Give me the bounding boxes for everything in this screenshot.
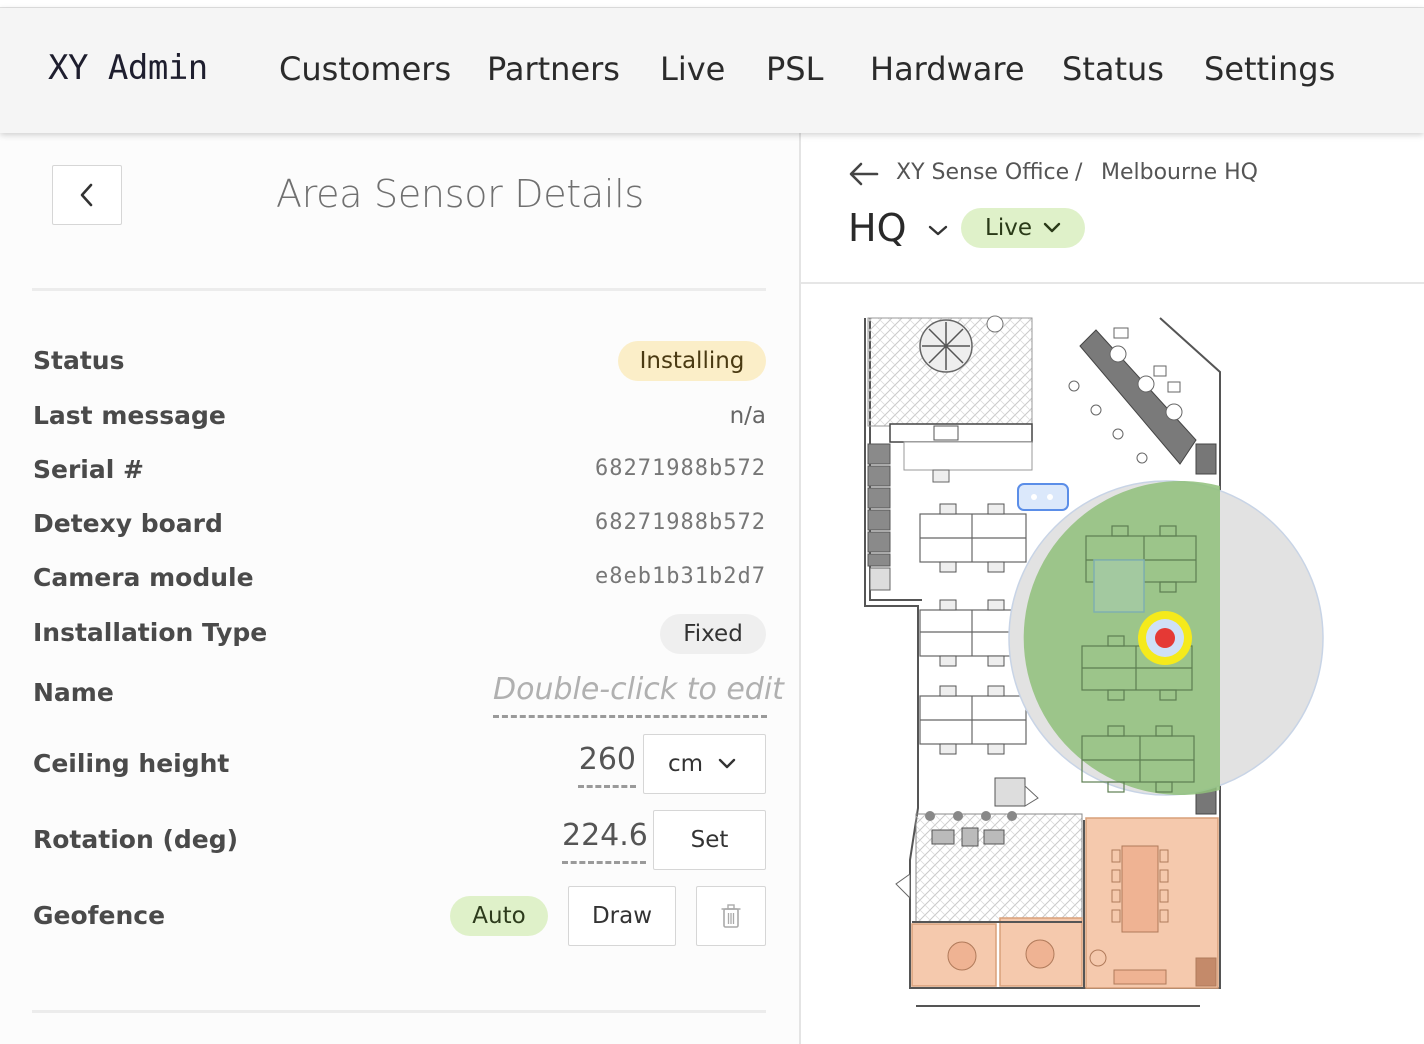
stool [932, 469, 950, 483]
trash-icon [721, 904, 741, 928]
nav-hardware[interactable]: Hardware [870, 50, 1025, 88]
status-badge: Installing [618, 341, 766, 381]
chevron-left-icon [80, 183, 93, 207]
plant-leaves [922, 322, 970, 370]
lounge-seats [931, 827, 1005, 847]
mode-label: Live [985, 215, 1032, 241]
geofence-zone [1093, 559, 1145, 613]
set-rotation-button[interactable]: Set [653, 810, 766, 870]
camera-module-value: e8eb1b31b2d7 [595, 564, 766, 589]
section-divider-bottom [32, 1010, 766, 1013]
section-divider [32, 288, 766, 291]
ceiling-height-input[interactable]: 260 [578, 742, 636, 788]
nav-status[interactable]: Status [1062, 50, 1164, 88]
geofence-label: Geofence [33, 901, 166, 930]
geofence-draw-button[interactable]: Draw [568, 886, 676, 946]
nav-partners[interactable]: Partners [487, 50, 620, 88]
floor-name: HQ [848, 206, 907, 250]
diagonal-bench [1079, 329, 1197, 465]
page-title: Area Sensor Details [276, 172, 644, 216]
serial-label: Serial # [33, 455, 144, 484]
chevron-down-icon [1043, 222, 1061, 233]
name-field[interactable]: Double-click to edit [493, 672, 784, 718]
cabinet [869, 567, 891, 591]
name-placeholder: Double-click to edit [493, 672, 784, 707]
geofence-delete-button[interactable] [696, 886, 766, 946]
breadcrumb-org[interactable]: XY Sense Office [896, 160, 1069, 185]
sensor-device-dot [1031, 494, 1037, 500]
chair [986, 315, 1004, 333]
printer [994, 777, 1026, 807]
rotation-label: Rotation (deg) [33, 825, 239, 854]
back-button[interactable] [52, 165, 122, 225]
installation-type-label: Installation Type [33, 618, 268, 647]
nav-customers[interactable]: Customers [279, 50, 451, 88]
detexy-board-value: 68271988b572 [595, 510, 766, 535]
unit-select-value: cm [668, 751, 704, 777]
nav-live[interactable]: Live [660, 50, 725, 88]
chevron-down-icon [718, 758, 736, 769]
door-swing [895, 873, 911, 900]
last-message-value: n/a [729, 403, 766, 429]
lockers [867, 443, 891, 567]
sensor-device[interactable] [1017, 483, 1069, 511]
arrow-left-icon[interactable] [848, 160, 880, 188]
installation-type-badge[interactable]: Fixed [660, 614, 766, 654]
sensor-marker[interactable] [1155, 628, 1175, 648]
unit-select[interactable]: cm [643, 734, 766, 794]
name-label: Name [33, 678, 114, 707]
breadcrumb-building[interactable]: Melbourne HQ [1101, 160, 1258, 185]
door-swing [1024, 784, 1039, 807]
detexy-board-label: Detexy board [33, 509, 223, 538]
floor-plan-map[interactable] [801, 284, 1424, 1044]
nav-settings[interactable]: Settings [1204, 50, 1335, 88]
breadcrumb-separator: / [1075, 160, 1083, 185]
kitchen-counter [889, 423, 1033, 443]
bench [903, 441, 1033, 471]
floor-selector[interactable]: HQ [848, 206, 949, 250]
serial-value: 68271988b572 [595, 456, 766, 481]
geofence-auto-button[interactable]: Auto [450, 896, 548, 936]
status-label: Status [33, 346, 125, 375]
rotation-input[interactable]: 224.6 [562, 818, 648, 864]
sensor-device-dot [1047, 494, 1053, 500]
mode-selector[interactable]: Live [961, 208, 1085, 248]
brand-logo[interactable]: XY Admin [48, 48, 208, 88]
wall-cabinet [1195, 443, 1217, 475]
ceiling-height-label: Ceiling height [33, 749, 230, 778]
nav-psl[interactable]: PSL [766, 50, 823, 88]
camera-module-label: Camera module [33, 563, 254, 592]
top-border [0, 0, 1424, 8]
top-navbar: XY Admin Customers Partners Live PSL Har… [0, 8, 1424, 133]
chevron-down-icon [928, 225, 947, 235]
last-message-label: Last message [33, 401, 226, 430]
